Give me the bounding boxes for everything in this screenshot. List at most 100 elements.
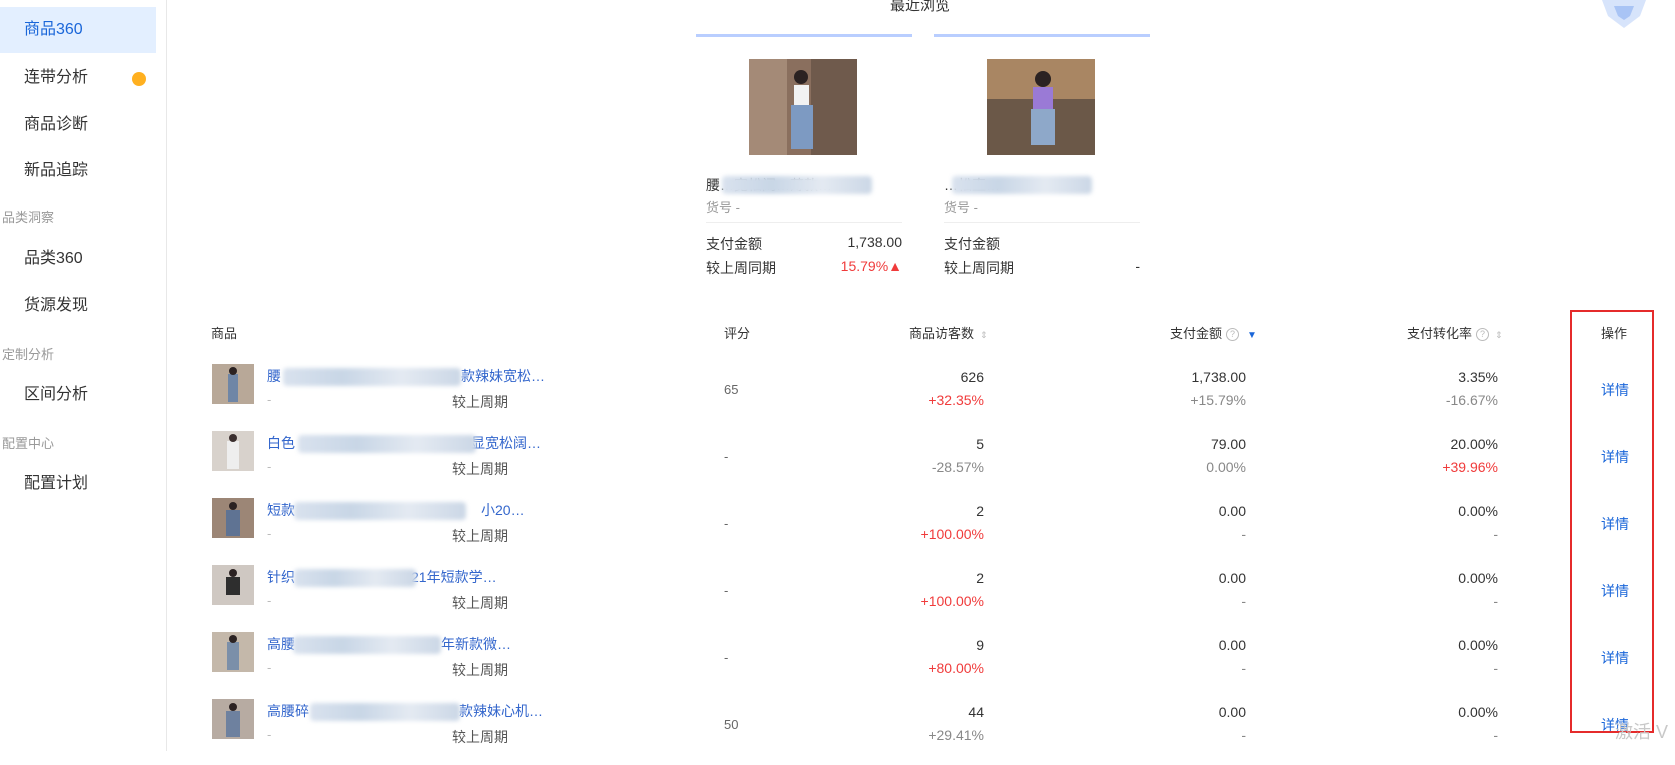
pay-amount-label: 支付金额 (944, 236, 1000, 252)
product-thumbnail (212, 632, 254, 672)
recent-title: 最近浏览 (890, 0, 951, 14)
pay-change: - (1241, 526, 1246, 542)
product-sku: - (267, 727, 272, 742)
compare-label: 较上周同期 (706, 260, 776, 276)
conv-change: -16.67% (1445, 392, 1498, 408)
visitors-change: +100.00% (920, 593, 984, 609)
product-name-start: 高腰碎 (267, 703, 309, 719)
product-name-start: 高腰 (267, 636, 295, 652)
sidebar-item-source-discovery[interactable]: 货源发现 (0, 283, 156, 329)
table-row: 针织 21年短款学… - 较上周期 - 2 +100.00% 0.00 - 0.0… (0, 565, 1675, 631)
pay-value: 0.00 (1218, 637, 1246, 653)
prev-period-label: 较上周期 (452, 528, 508, 544)
prev-period-label: 较上周期 (452, 729, 508, 745)
visitors-change: +80.00% (928, 660, 984, 676)
product-sku: - (267, 660, 272, 675)
product-name-end: 21年短款学… (411, 569, 497, 585)
product-thumbnail (212, 431, 254, 471)
pay-value: 79.00 (1210, 436, 1246, 452)
table-row: 短款 小20… - 较上周期 - 2 +100.00% 0.00 - 0.00% … (0, 498, 1675, 564)
table-row: 高腰碎 款辣妹心机… - 较上周期 50 44 +29.41% 0.00 - 0.… (0, 699, 1675, 765)
sort-icon[interactable]: ⇕ (1495, 330, 1503, 340)
header-conv[interactable]: 支付转化率? ⇕ (1407, 323, 1503, 342)
score-value: - (724, 449, 729, 464)
product-name-end: 款辣妹心机… (459, 703, 543, 719)
recent-card[interactable]: 腰…宽松阔…薄款… 货号 - 支付金额 1,738.00 较上周同期 15.79… (696, 34, 912, 287)
score-value: 50 (724, 717, 739, 732)
app-logo-icon (1602, 0, 1646, 28)
help-icon[interactable]: ? (1476, 328, 1490, 341)
compare-value-text: 15.79% (840, 258, 889, 274)
header-visitors[interactable]: 商品访客数 ⇕ (909, 323, 988, 342)
highlight-box (1570, 310, 1654, 733)
visitors-change: +32.35% (928, 392, 984, 408)
product-thumbnail (212, 565, 254, 605)
pay-value: 0.00 (1218, 704, 1246, 720)
product-name-start: 白色 (267, 435, 295, 451)
sidebar-item-product360[interactable]: 商品360 (0, 7, 156, 53)
header-pay-label: 支付金额 (1170, 326, 1223, 341)
product-thumbnail (212, 699, 254, 739)
header-product: 商品 (211, 326, 238, 341)
visitors-value: 2 (976, 503, 984, 519)
recent-card[interactable]: …松直… 货号 - 支付金额 较上周同期 - (934, 34, 1150, 287)
product-name-end: 年新款微… (441, 636, 511, 652)
visitors-value: 626 (960, 369, 984, 385)
privacy-blur (310, 703, 460, 721)
sort-desc-icon[interactable]: ▼ (1247, 330, 1257, 341)
sidebar-item-category360[interactable]: 品类360 (0, 236, 156, 282)
privacy-blur (283, 368, 461, 386)
privacy-blur (952, 176, 1092, 194)
conv-value: 0.00% (1458, 570, 1498, 586)
prev-period-label: 较上周期 (452, 394, 508, 410)
notification-dot (132, 72, 146, 86)
product-name-end: 显宽松阔… (471, 435, 541, 451)
table-row: 腰 款辣妹宽松… - 较上周期 65 626 +32.35% 1,738.00 +… (0, 364, 1675, 430)
product-sku: - (267, 593, 272, 608)
compare-value: - (1135, 258, 1140, 274)
product-name-start: 腰 (267, 368, 281, 384)
nav-group-custom: 定制分析 (2, 347, 55, 362)
pay-amount-value: 1,738.00 (847, 234, 903, 250)
sidebar-item-product-diagnosis[interactable]: 商品诊断 (0, 102, 156, 148)
divider (944, 222, 1140, 223)
pay-change: - (1241, 593, 1246, 609)
help-icon[interactable]: ? (1226, 328, 1240, 341)
visitors-value: 44 (968, 704, 984, 720)
pay-change: - (1241, 660, 1246, 676)
header-pay[interactable]: 支付金额? ▼ (1170, 323, 1257, 342)
conv-value: 20.00% (1450, 436, 1498, 452)
score-value: - (724, 583, 729, 598)
product-name-start: 针织 (267, 569, 295, 585)
pay-change: +15.79% (1190, 392, 1246, 408)
sku-label: 货号 - (944, 200, 978, 215)
arrow-up-icon: ▲ (888, 258, 902, 274)
sidebar-item-bundle-analysis[interactable]: 连带分析 (0, 55, 156, 101)
score-value: - (724, 516, 729, 531)
header-conv-label: 支付转化率 (1407, 326, 1473, 341)
conv-value: 3.35% (1458, 369, 1498, 385)
conv-value: 0.00% (1458, 637, 1498, 653)
pay-amount-label: 支付金额 (706, 236, 762, 252)
privacy-blur (294, 569, 416, 587)
product-name-end: 款辣妹宽松… (461, 368, 545, 384)
activation-watermark: 激活 V (1615, 722, 1669, 742)
product-name-start: 短款 (267, 502, 295, 518)
conv-value: 0.00% (1458, 503, 1498, 519)
visitors-value: 2 (976, 570, 984, 586)
sidebar-item-new-product-tracking[interactable]: 新品追踪 (0, 148, 156, 194)
sku-label: 货号 - (706, 200, 740, 215)
sidebar-item-label: 连带分析 (24, 69, 89, 86)
prev-period-label: 较上周期 (452, 461, 508, 477)
conv-change: - (1493, 660, 1498, 676)
visitors-change: +100.00% (920, 526, 984, 542)
table-row: 高腰 年新款微… - 较上周期 - 9 +80.00% 0.00 - 0.00% … (0, 632, 1675, 698)
visitors-value: 9 (976, 637, 984, 653)
header-visitors-label: 商品访客数 (909, 326, 975, 341)
conv-change: - (1493, 727, 1498, 743)
prev-period-label: 较上周期 (452, 662, 508, 678)
table-row: 白色 显宽松阔… - 较上周期 - 5 -28.57% 79.00 0.00% 2… (0, 431, 1675, 497)
prev-period-label: 较上周期 (452, 595, 508, 611)
sort-icon[interactable]: ⇕ (980, 330, 988, 340)
visitors-change: +29.41% (928, 727, 984, 743)
